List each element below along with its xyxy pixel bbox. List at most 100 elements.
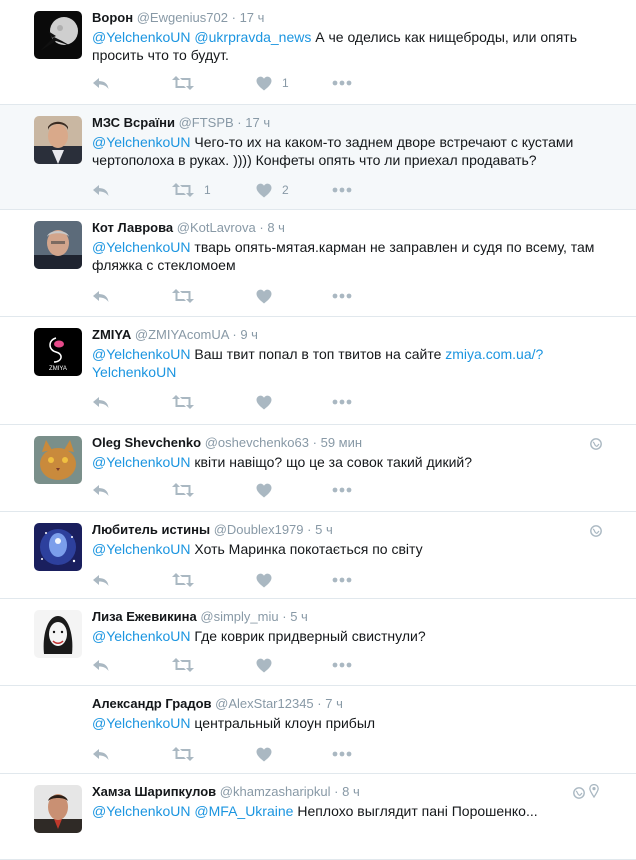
avatar[interactable] bbox=[34, 436, 82, 484]
tweet-text: @YelchenkoUN Чего-то их на каком-то задн… bbox=[92, 133, 612, 169]
mention-link[interactable]: @YelchenkoUN bbox=[92, 454, 191, 470]
more-dots-icon bbox=[332, 577, 352, 583]
user-handle[interactable]: @Doublex1979 bbox=[214, 522, 304, 537]
more-options-button[interactable] bbox=[332, 392, 352, 412]
user-handle[interactable]: @FTSPB bbox=[179, 115, 234, 130]
more-dots-icon bbox=[332, 187, 352, 193]
like-button[interactable]: 2 bbox=[256, 180, 289, 200]
more-options-button[interactable] bbox=[332, 180, 352, 200]
avatar[interactable] bbox=[34, 221, 82, 269]
user-handle[interactable]: @ZMIYAcomUA bbox=[135, 327, 229, 342]
like-button[interactable] bbox=[256, 655, 282, 675]
reply-button[interactable] bbox=[92, 480, 110, 500]
mention-link[interactable]: @YelchenkoUN bbox=[92, 541, 191, 557]
avatar[interactable] bbox=[34, 610, 82, 658]
location-pin-icon[interactable] bbox=[589, 783, 599, 803]
user-handle[interactable]: @AlexStar12345 bbox=[215, 696, 313, 711]
tweet-timestamp[interactable]: 9 ч bbox=[240, 327, 258, 342]
tweet-item[interactable]: ZMIYA ZMIYA @ZMIYAcomUA · 9 ч @YelchenkoUN… bbox=[0, 317, 636, 425]
user-handle[interactable]: @Ewgenius702 bbox=[137, 10, 228, 25]
more-options-button[interactable] bbox=[332, 73, 352, 93]
user-name[interactable]: МЗС Всраїни bbox=[92, 115, 175, 130]
tweet-timestamp[interactable]: 5 ч bbox=[315, 522, 333, 537]
retweet-button[interactable] bbox=[172, 286, 204, 306]
like-button[interactable] bbox=[256, 286, 282, 306]
retweet-icon bbox=[172, 746, 194, 762]
tweet-item[interactable]: Любитель истины @Doublex1979 · 5 ч @Yelch… bbox=[0, 512, 636, 599]
reply-button[interactable] bbox=[92, 180, 110, 200]
user-handle[interactable]: @khamzasharipkul bbox=[220, 784, 331, 799]
reply-button[interactable] bbox=[92, 392, 110, 412]
like-button[interactable]: 1 bbox=[256, 73, 289, 93]
mention-link[interactable]: @YelchenkoUN bbox=[92, 628, 191, 644]
tweet-header: Лиза Ежевикина @simply_miu · 5 ч bbox=[92, 609, 308, 624]
tweet-timestamp[interactable]: 8 ч bbox=[267, 220, 285, 235]
mention-link[interactable]: @YelchenkoUN bbox=[92, 803, 191, 819]
tweet-item[interactable]: Лиза Ежевикина @simply_miu · 5 ч @Yelchen… bbox=[0, 599, 636, 686]
user-name[interactable]: ZMIYA bbox=[92, 327, 131, 342]
mention-link[interactable]: @MFA_Ukraine bbox=[194, 803, 293, 819]
retweet-button[interactable]: 1 bbox=[172, 180, 211, 200]
heart-icon bbox=[256, 289, 272, 304]
mention-link[interactable]: @ukrpravda_news bbox=[194, 29, 311, 45]
tweet-item[interactable]: Кот Лаврова @KotLavrova · 8 ч @YelchenkoU… bbox=[0, 210, 636, 317]
user-name[interactable]: Лиза Ежевикина bbox=[92, 609, 197, 624]
more-options-button[interactable] bbox=[332, 570, 352, 590]
like-button[interactable] bbox=[256, 480, 282, 500]
avatar[interactable] bbox=[34, 523, 82, 571]
user-name[interactable]: Любитель истины bbox=[92, 522, 210, 537]
retweet-button[interactable] bbox=[172, 73, 204, 93]
user-name[interactable]: Ворон bbox=[92, 10, 133, 25]
mention-link[interactable]: @YelchenkoUN bbox=[92, 715, 191, 731]
avatar[interactable] bbox=[34, 11, 82, 59]
avatar[interactable] bbox=[34, 785, 82, 833]
separator-dot: · bbox=[237, 115, 242, 130]
tweet-text: @YelchenkoUN Ваш твит попал в топ твитов… bbox=[92, 345, 612, 381]
user-name[interactable]: Кот Лаврова bbox=[92, 220, 173, 235]
like-button[interactable] bbox=[256, 744, 282, 764]
tweet-timestamp[interactable]: 59 мин bbox=[321, 435, 362, 450]
more-options-button[interactable] bbox=[332, 655, 352, 675]
user-name[interactable]: Александр Градов bbox=[92, 696, 212, 711]
mention-link[interactable]: @YelchenkoUN bbox=[92, 134, 191, 150]
tweet-text-segment: Где коврик придверный свистнули? bbox=[190, 628, 426, 644]
reply-button[interactable] bbox=[92, 655, 110, 675]
tweet-item[interactable]: Хамза Шарипкулов @khamzasharipkul · 8 ч @… bbox=[0, 774, 636, 860]
tweet-timestamp[interactable]: 5 ч bbox=[290, 609, 308, 624]
tweet-text-segment: Хоть Маринка покотається по світу bbox=[190, 541, 423, 557]
tweet-timestamp[interactable]: 17 ч bbox=[240, 10, 265, 25]
like-button[interactable] bbox=[256, 392, 282, 412]
tweet-timestamp[interactable]: 17 ч bbox=[245, 115, 270, 130]
reply-button[interactable] bbox=[92, 73, 110, 93]
user-handle[interactable]: @simply_miu bbox=[200, 609, 278, 624]
tweet-timestamp[interactable]: 8 ч bbox=[342, 784, 360, 799]
user-name[interactable]: Oleg Shevchenko bbox=[92, 435, 201, 450]
tweet-item[interactable]: МЗС Всраїни @FTSPB · 17 ч @YelchenkoUN Че… bbox=[0, 105, 636, 210]
more-options-button[interactable] bbox=[332, 286, 352, 306]
mention-link[interactable]: @YelchenkoUN bbox=[92, 239, 191, 255]
user-handle[interactable]: @KotLavrova bbox=[177, 220, 256, 235]
avatar[interactable]: ZMIYA bbox=[34, 328, 82, 376]
more-options-button[interactable] bbox=[332, 744, 352, 764]
tweet-item[interactable]: Oleg Shevchenko @oshevchenko63 · 59 мин @… bbox=[0, 425, 636, 512]
retweet-button[interactable] bbox=[172, 570, 204, 590]
mention-link[interactable]: @YelchenkoUN bbox=[92, 346, 191, 362]
reply-button[interactable] bbox=[92, 286, 110, 306]
avatar[interactable] bbox=[34, 116, 82, 164]
tweet-header: Oleg Shevchenko @oshevchenko63 · 59 мин bbox=[92, 435, 362, 450]
tweet-item[interactable]: Александр Градов @AlexStar12345 · 7 ч @Ye… bbox=[0, 686, 636, 774]
reply-button[interactable] bbox=[92, 744, 110, 764]
retweet-button[interactable] bbox=[172, 392, 204, 412]
retweet-button[interactable] bbox=[172, 655, 204, 675]
tweet-item[interactable]: Ворон @Ewgenius702 · 17 ч @YelchenkoUN @u… bbox=[0, 0, 636, 105]
user-handle[interactable]: @oshevchenko63 bbox=[205, 435, 309, 450]
more-dots-icon bbox=[332, 751, 352, 757]
like-button[interactable] bbox=[256, 570, 282, 590]
mention-link[interactable]: @YelchenkoUN bbox=[92, 29, 191, 45]
retweet-button[interactable] bbox=[172, 744, 204, 764]
user-name[interactable]: Хамза Шарипкулов bbox=[92, 784, 216, 799]
reply-button[interactable] bbox=[92, 570, 110, 590]
more-options-button[interactable] bbox=[332, 480, 352, 500]
retweet-button[interactable] bbox=[172, 480, 204, 500]
tweet-timestamp[interactable]: 7 ч bbox=[325, 696, 343, 711]
